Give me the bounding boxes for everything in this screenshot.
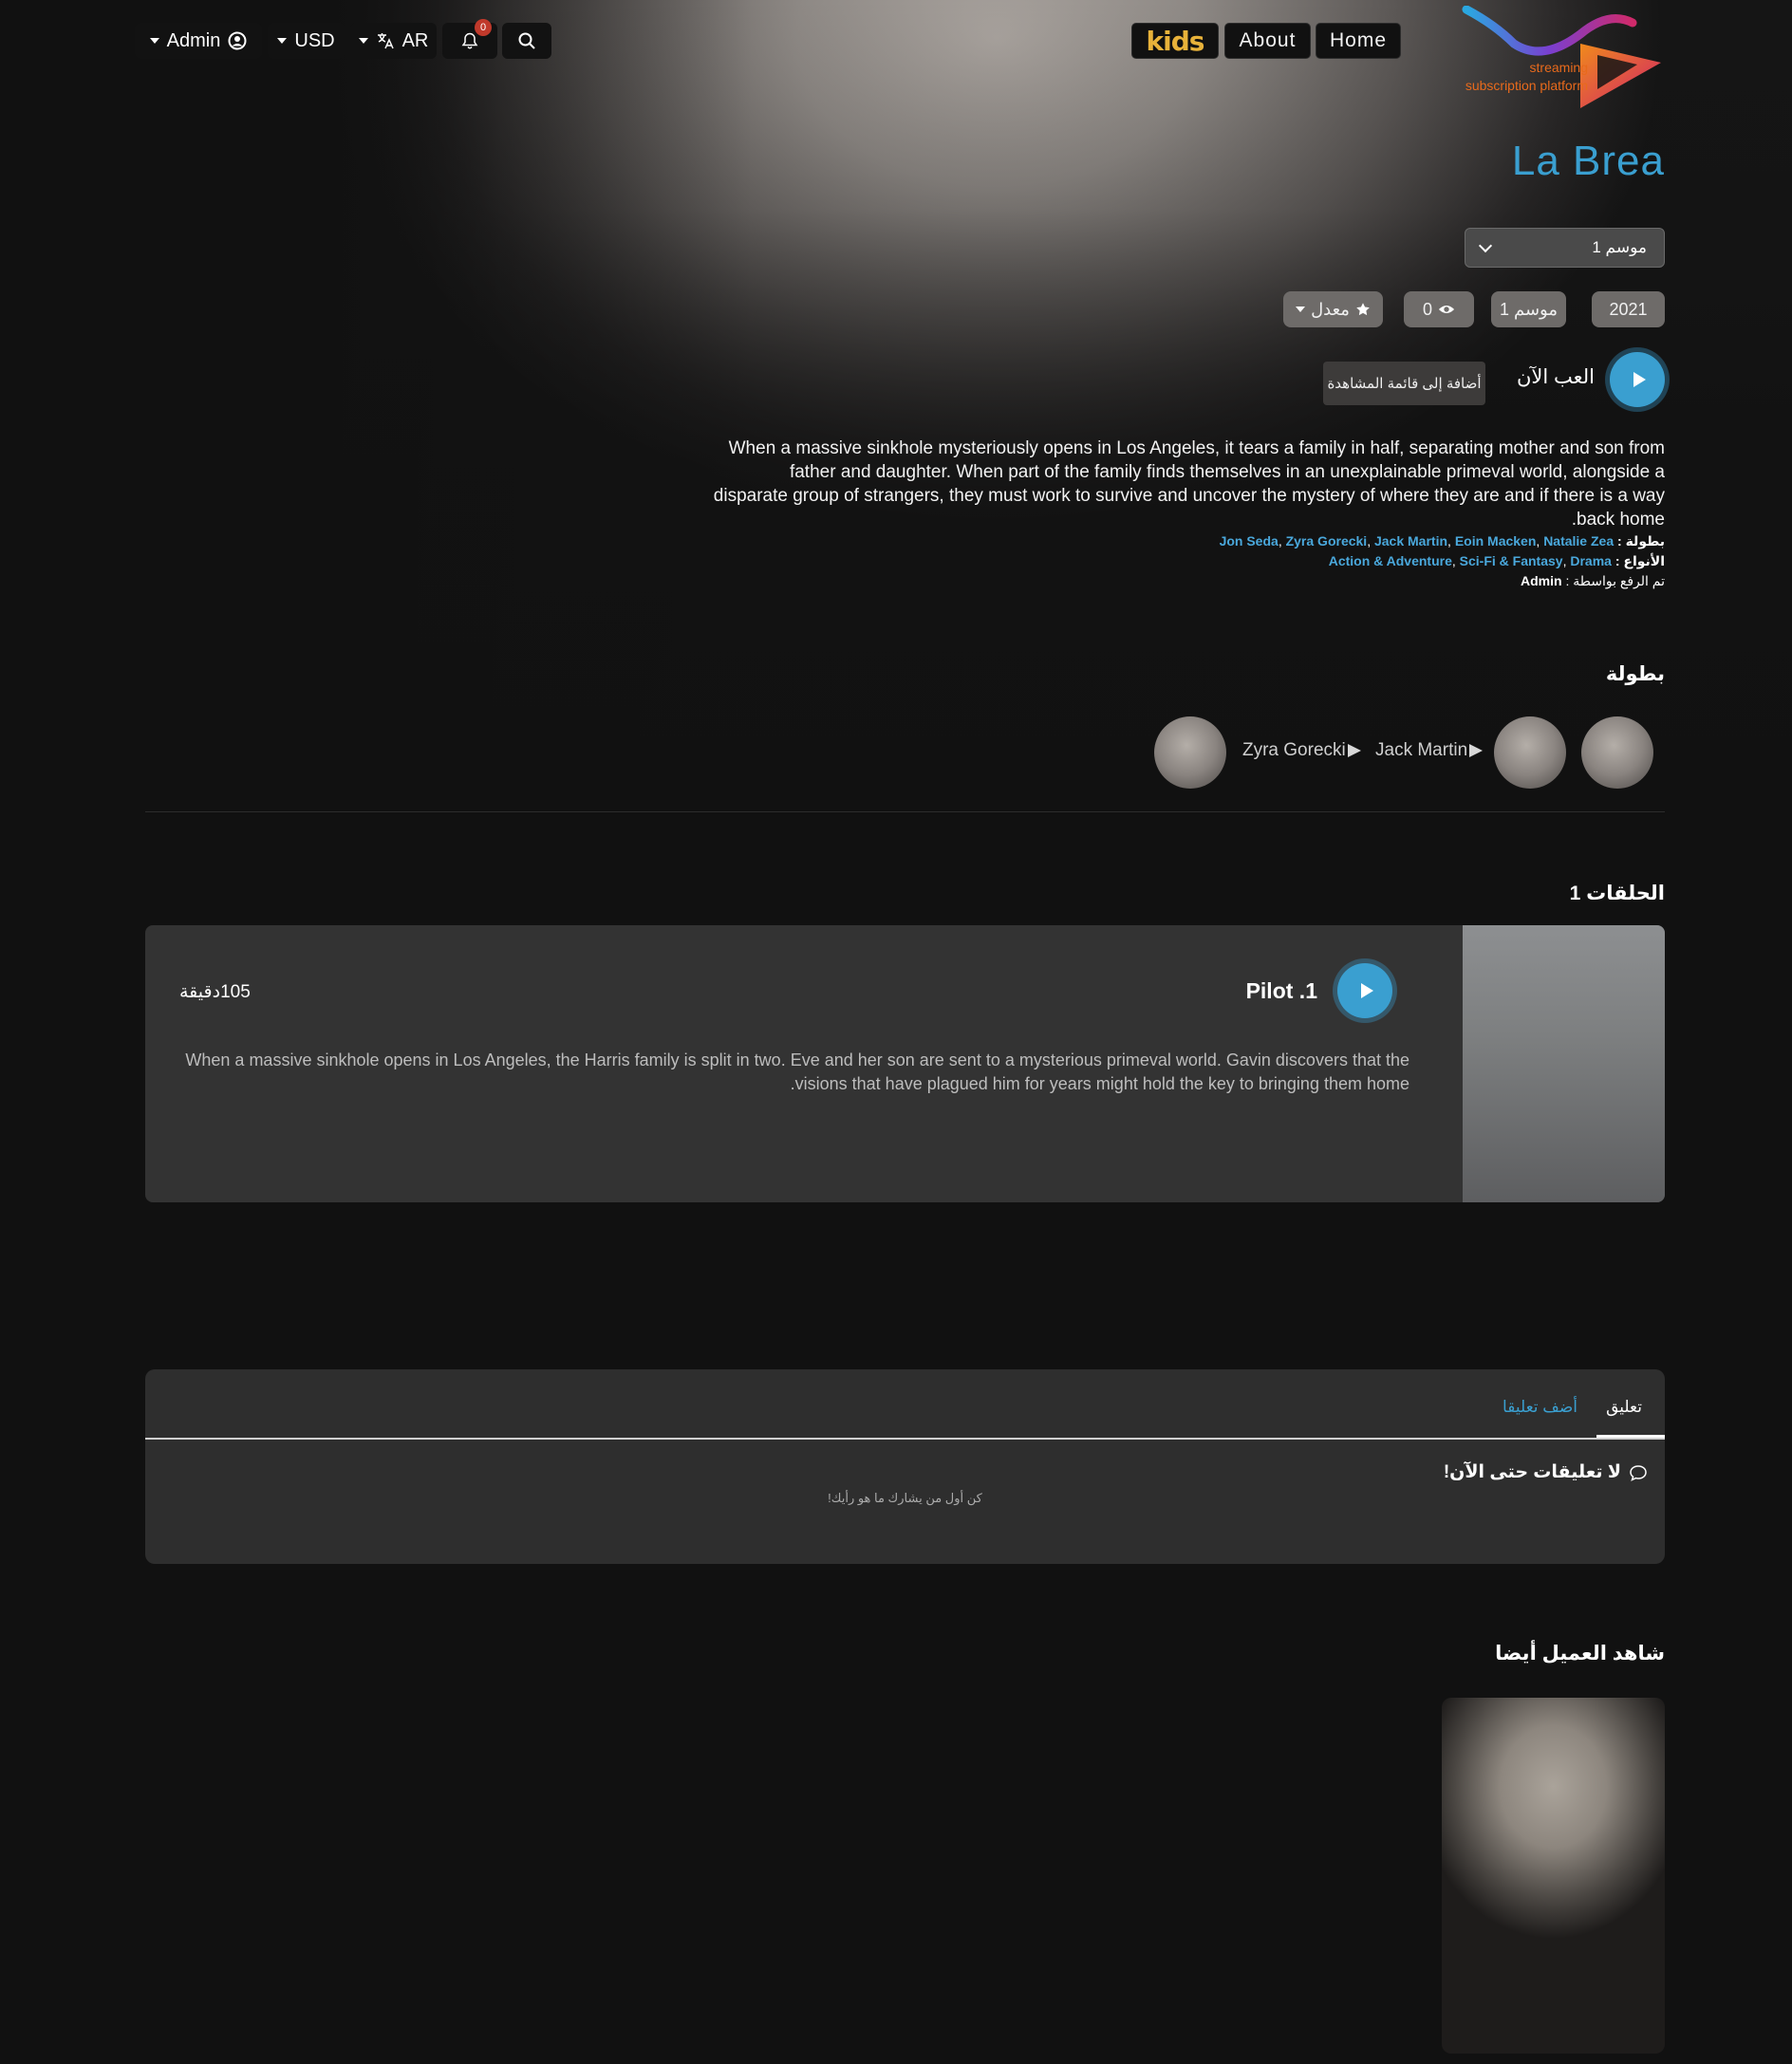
uploaded-by-label: تم الرفع بواسطة :	[1565, 573, 1665, 588]
episode-duration: 105دقيقة	[179, 982, 251, 1002]
star-icon	[1356, 303, 1370, 316]
language-label: AR	[401, 29, 429, 51]
episode-description: When a massive sinkhole opens in Los Ang…	[185, 1051, 1409, 1093]
about-nav-link[interactable]: About	[1224, 23, 1311, 59]
caret-down-icon	[1296, 307, 1306, 312]
no-comments-title: لا تعليقات حتى الآن!	[1444, 1461, 1648, 1483]
cast-name: Zyra Gorecki	[1242, 740, 1346, 760]
cast-card-jack-martin[interactable]: Jack Martin	[1375, 740, 1484, 761]
tab-add-comment[interactable]: أضف تعليقا	[1503, 1398, 1577, 1417]
home-label: Home	[1329, 29, 1388, 51]
search-icon	[518, 32, 535, 49]
kids-logo-text: kids	[1146, 25, 1205, 57]
user-menu-button[interactable]: Admin	[135, 23, 262, 59]
starring-label: بطولة :	[1617, 533, 1665, 549]
hero-backdrop	[0, 0, 1792, 835]
notifications-button[interactable]: 0	[442, 19, 497, 59]
cast-link[interactable]: Zyra Gorecki	[1286, 533, 1368, 549]
chevron-down-icon	[1478, 238, 1493, 252]
genre-link[interactable]: Action & Adventure	[1329, 553, 1452, 568]
seasons-count: 1 موسم	[1491, 291, 1566, 327]
rating-dropdown[interactable]: معدل	[1283, 291, 1383, 327]
bell-icon	[461, 32, 478, 49]
currency-label: USD	[294, 29, 335, 51]
episode-card[interactable]: 1. Pilot 105دقيقة When a massive sinkhol…	[145, 925, 1665, 1202]
season-select[interactable]: موسم 1	[1465, 228, 1665, 268]
cast-avatar[interactable]	[1581, 716, 1653, 789]
tab-comments[interactable]: تعليق	[1606, 1398, 1642, 1417]
episodes-heading: الحلقات 1	[1569, 883, 1665, 904]
views-count: 0	[1404, 291, 1474, 327]
seasons-count-value: 1 موسم	[1499, 299, 1559, 319]
currency-menu-button[interactable]: USD	[268, 23, 345, 59]
cast-link[interactable]: Natalie Zea	[1543, 533, 1614, 549]
recommended-show-card[interactable]	[1442, 1698, 1665, 2054]
rating-label: معدل	[1311, 299, 1350, 319]
watchlist-label: أضافة إلى قائمة المشاهدة	[1327, 376, 1482, 392]
show-title: La Brea	[1511, 138, 1665, 184]
language-menu-button[interactable]: AR	[350, 23, 437, 59]
play-icon	[1633, 372, 1646, 387]
home-nav-link[interactable]: Home	[1316, 23, 1401, 59]
play-icon	[1360, 983, 1373, 998]
caret-down-icon	[277, 38, 288, 44]
episode-play-button[interactable]	[1337, 963, 1392, 1018]
cast-link[interactable]: Jack Martin	[1374, 533, 1447, 549]
season-select-value: موسم 1	[1592, 238, 1647, 256]
views-value: 0	[1422, 299, 1432, 319]
starring-line: بطولة : Jon Seda, Zyra Gorecki, Jack Mar…	[1219, 533, 1665, 549]
uploaded-by-value: Admin	[1521, 573, 1562, 588]
show-description: When a massive sinkhole mysteriously ope…	[713, 438, 1665, 530]
play-icon	[1347, 744, 1361, 757]
cast-heading: بطولة	[1605, 663, 1665, 685]
be-first-text: كن أول من يشارك ما هو رأيك!	[828, 1491, 982, 1505]
tabs-divider	[145, 1438, 1665, 1440]
genre-link[interactable]: Drama	[1570, 553, 1612, 568]
play-icon	[1469, 744, 1484, 757]
notification-count-badge: 0	[475, 19, 492, 36]
logo-tagline-1: streaming	[1529, 60, 1588, 75]
user-circle-icon	[228, 31, 247, 50]
release-year: 2021	[1592, 291, 1665, 327]
comment-bubble-icon	[1630, 1464, 1647, 1481]
eye-icon	[1438, 305, 1455, 314]
cast-link[interactable]: Jon Seda	[1220, 533, 1279, 549]
also-watched-heading: شاهد العميل أيضا	[1495, 1643, 1665, 1664]
cast-link[interactable]: Eoin Macken	[1455, 533, 1537, 549]
cast-name: Jack Martin	[1375, 740, 1468, 760]
genres-line: الأنواع : Action & Adventure, Sci-Fi & F…	[1328, 553, 1665, 568]
add-to-watchlist-button[interactable]: أضافة إلى قائمة المشاهدة	[1323, 362, 1485, 405]
cast-avatar[interactable]	[1494, 716, 1566, 789]
episode-title[interactable]: 1. Pilot	[1246, 978, 1317, 1004]
section-divider	[145, 811, 1665, 812]
play-now-button[interactable]	[1610, 352, 1665, 407]
logo-tagline-2: subscription platform	[1465, 78, 1588, 93]
site-logo[interactable]: streaming subscription platform	[1438, 5, 1666, 115]
genres-label: الأنواع :	[1615, 553, 1665, 568]
uploaded-by-line: تم الرفع بواسطة : Admin	[1521, 573, 1665, 589]
play-now-label[interactable]: العب الآن	[1517, 365, 1595, 389]
comments-panel: تعليق أضف تعليقا لا تعليقات حتى الآن! كن…	[145, 1369, 1665, 1564]
no-comments-text: لا تعليقات حتى الآن!	[1443, 1462, 1621, 1482]
user-name: Admin	[166, 29, 221, 51]
cast-card-zyra-gorecki[interactable]: Zyra Gorecki	[1242, 740, 1361, 761]
genre-link[interactable]: Sci-Fi & Fantasy	[1460, 553, 1563, 568]
search-button[interactable]	[502, 23, 551, 59]
about-label: About	[1239, 29, 1297, 51]
episode-thumbnail[interactable]	[1463, 925, 1665, 1202]
caret-down-icon	[149, 38, 159, 44]
translate-icon	[377, 33, 394, 49]
kids-nav-button[interactable]: kids	[1131, 23, 1219, 59]
cast-avatar[interactable]	[1154, 716, 1226, 789]
release-year-value: 2021	[1609, 299, 1648, 319]
caret-down-icon	[358, 38, 368, 44]
